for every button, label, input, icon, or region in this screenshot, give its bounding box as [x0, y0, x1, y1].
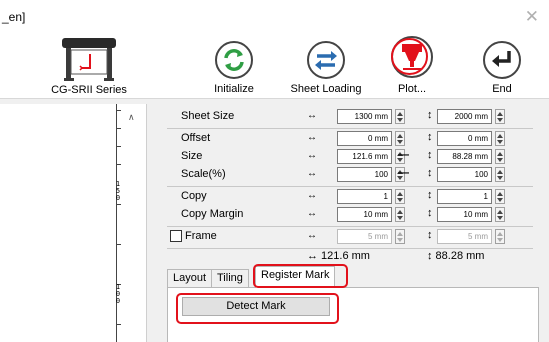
row-label: Scale(%)	[181, 168, 226, 180]
sheet-loading-label: Sheet Loading	[290, 83, 362, 95]
size-height-field[interactable]: 88.28 mm	[437, 149, 492, 164]
width-arrow-icon: ↔	[307, 110, 317, 121]
row-scale: Scale(%) ↔ 100 — ↕ 100	[167, 165, 533, 185]
copy-x-field[interactable]: 1	[337, 189, 392, 204]
plot-label: Plot...	[397, 83, 427, 95]
row-copy-margin: Copy Margin ↔ 10 mm ↕ 10 mm	[167, 205, 533, 225]
summary-height: ↕ 88.28 mm	[427, 250, 485, 262]
copy-margin-x-field[interactable]: 10 mm	[337, 207, 392, 222]
offset-y-field[interactable]: 0 mm	[437, 131, 492, 146]
offset-x-field[interactable]: 0 mm	[337, 131, 392, 146]
frame-y-field[interactable]: 5 mm	[437, 229, 492, 244]
tab-strip: Layout Tiling Register Mark	[167, 266, 539, 288]
close-icon[interactable]: ✕	[525, 7, 539, 27]
width-arrow-icon: ↔	[307, 230, 317, 241]
settings-panel: Sheet Size ↔ 1300 mm ↕ 2000 mm Offset ↔ …	[167, 107, 533, 262]
sheet-width-spinner[interactable]	[395, 109, 405, 124]
size-height-spinner[interactable]	[495, 149, 505, 164]
copy-margin-x-spinner[interactable]	[395, 207, 405, 222]
end-button[interactable]: End	[462, 40, 542, 96]
tab-layout[interactable]: Layout	[167, 269, 213, 287]
width-arrow-icon: ↔	[307, 150, 317, 161]
copy-margin-y-field[interactable]: 10 mm	[437, 207, 492, 222]
row-size: Size ↔ 121.6 mm — ↕ 88.28 mm	[167, 147, 533, 167]
copy-y-field[interactable]: 1	[437, 189, 492, 204]
width-arrow-icon: ↔	[307, 208, 317, 219]
row-label: Copy Margin	[181, 208, 244, 220]
summary-width: ↔ 121.6 mm	[307, 250, 370, 262]
scale-y-field[interactable]: 100	[437, 167, 492, 182]
height-arrow-icon: ↕	[427, 149, 433, 161]
row-copy: Copy ↔ 1 ↕ 1	[167, 187, 533, 207]
row-label: Copy	[181, 190, 207, 202]
refresh-icon	[215, 41, 253, 79]
scale-x-field[interactable]: 100	[337, 167, 392, 182]
width-arrow-icon: ↔	[307, 190, 317, 201]
height-arrow-icon: ↕	[427, 189, 433, 201]
plotter-button[interactable]: CG-SRII Series	[44, 34, 134, 96]
frame-y-spinner[interactable]	[495, 229, 505, 244]
swap-arrows-icon	[307, 41, 345, 79]
window-title: _en]	[2, 10, 26, 24]
sheet-loading-button[interactable]: Sheet Loading	[286, 40, 366, 96]
register-mark-tab-highlight	[253, 264, 348, 288]
ruler-label-150: 1 5 0	[115, 180, 121, 202]
aspect-link-icon[interactable]: —	[398, 149, 409, 161]
width-arrow-icon: ↔	[307, 132, 317, 143]
toolbar: CG-SRII Series Initialize Sheet Loading	[0, 32, 549, 98]
frame-checkbox[interactable]	[170, 230, 182, 242]
frame-x-spinner[interactable]	[395, 229, 405, 244]
aspect-link-icon[interactable]: —	[398, 167, 409, 179]
row-sheet-size: Sheet Size ↔ 1300 mm ↕ 2000 mm	[167, 107, 533, 127]
height-arrow-icon: ↕	[427, 229, 433, 241]
row-frame: Frame ↔ 5 mm ↕ 5 mm	[167, 227, 533, 247]
copy-x-spinner[interactable]	[395, 189, 405, 204]
frame-x-field[interactable]: 5 mm	[337, 229, 392, 244]
width-arrow-icon: ↔	[307, 168, 317, 179]
sheet-height-spinner[interactable]	[495, 109, 505, 124]
plot-highlight	[391, 38, 428, 75]
initialize-label: Initialize	[214, 83, 254, 95]
height-arrow-icon: ↕	[427, 131, 433, 143]
size-width-field[interactable]: 121.6 mm	[337, 149, 392, 164]
scale-y-spinner[interactable]	[495, 167, 505, 182]
tab-tiling[interactable]: Tiling	[211, 269, 249, 287]
offset-y-spinner[interactable]	[495, 131, 505, 146]
scroll-up-icon[interactable]: ∧	[128, 112, 135, 123]
row-label: Sheet Size	[181, 110, 235, 122]
return-arrow-icon	[483, 41, 521, 79]
plotter-icon	[62, 38, 116, 81]
sheet-height-field[interactable]: 2000 mm	[437, 109, 492, 124]
row-label: Offset	[181, 132, 211, 144]
row-label: Size	[181, 150, 203, 162]
copy-margin-y-spinner[interactable]	[495, 207, 505, 222]
row-label: Frame	[185, 230, 217, 242]
preview-scrollbar[interactable]: ∧	[122, 104, 146, 342]
height-arrow-icon: ↕	[427, 207, 433, 219]
offset-x-spinner[interactable]	[395, 131, 405, 146]
title-bar: _en] ✕	[0, 0, 549, 32]
initialize-button[interactable]: Initialize	[194, 40, 274, 96]
height-arrow-icon: ↕	[427, 167, 433, 179]
copy-y-spinner[interactable]	[495, 189, 505, 204]
row-offset: Offset ↔ 0 mm ↕ 0 mm	[167, 129, 533, 149]
end-label: End	[492, 83, 512, 95]
ruler-label-100: 1 0 0	[115, 283, 121, 305]
height-arrow-icon: ↕	[427, 109, 433, 121]
sheet-width-field[interactable]: 1300 mm	[337, 109, 392, 124]
detect-mark-highlight	[176, 293, 339, 324]
plotter-label: CG-SRII Series	[51, 84, 127, 96]
